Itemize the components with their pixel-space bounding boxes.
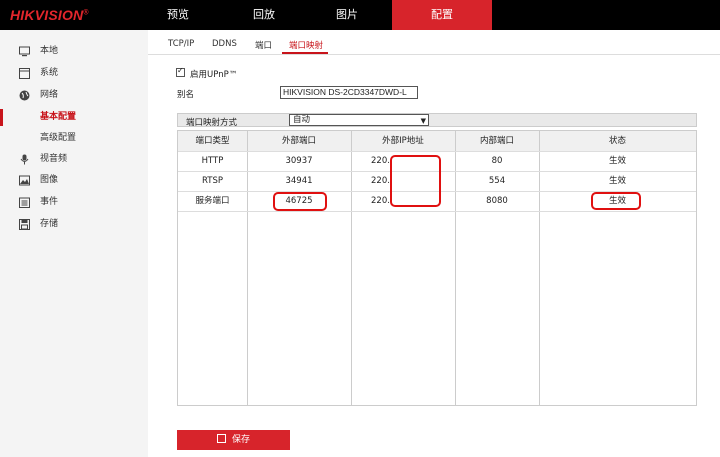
table-cell: HTTP: [201, 156, 224, 166]
sidebar-item-storage[interactable]: 存储: [0, 214, 148, 235]
save-label: 保存: [231, 435, 250, 445]
chevron-down-icon: ▼: [420, 117, 426, 125]
upnp-checkbox[interactable]: [176, 66, 185, 77]
mapping-mode-bar: [177, 113, 697, 127]
sidebar-item-label: 高级配置: [40, 133, 77, 143]
table-cell: 554: [488, 176, 506, 186]
sidebar-item-label: 事件: [40, 197, 59, 207]
alias-input[interactable]: HIKVISION DS-2CD3347DWD-L: [280, 86, 418, 99]
column-header: 内部端口: [479, 136, 514, 146]
top-bar: HIKVISION® 预览 回放 图片 配置: [0, 0, 720, 30]
table-cell: RTSP: [201, 176, 223, 186]
column-header: 外部端口: [281, 136, 316, 146]
sidebar-item-advanced-config[interactable]: 高级配置: [0, 128, 148, 149]
port-mapping-table: 端口类型 外部端口 外部IP地址 内部端口 状态 HTTP 30937 220.…: [177, 130, 697, 406]
microphone-icon: [20, 154, 29, 165]
sidebar-item-label: 图像: [40, 175, 59, 185]
tab-port[interactable]: 端口: [255, 39, 272, 51]
sidebar-item-label: 视音频: [40, 154, 68, 164]
alias-label: 别名: [177, 90, 195, 100]
upnp-label: 启用UPnP™: [190, 70, 238, 80]
column-header: 状态: [608, 136, 626, 146]
nav-configuration[interactable]: 配置: [392, 0, 492, 30]
sidebar: 本地 系统 网络 基本配置 高级配置 视音频 图像 事件 存储: [0, 30, 148, 457]
tab-tcpip[interactable]: TCP/IP: [168, 39, 194, 49]
table-cell: 220.: [371, 156, 390, 166]
sidebar-item-label: 本地: [40, 46, 59, 56]
hikvision-logo: HIKVISION®: [10, 7, 89, 23]
table-cell: 生效: [608, 156, 626, 166]
image-icon: [19, 175, 30, 186]
table-cell: 80: [491, 156, 503, 166]
status-highlight: [591, 192, 641, 210]
table-cell: 220.: [371, 196, 390, 206]
sidebar-item-label: 存储: [40, 219, 59, 229]
nav-picture[interactable]: 图片: [297, 0, 397, 30]
monitor-icon: [19, 46, 30, 57]
tab-ddns[interactable]: DDNS: [212, 39, 237, 49]
system-icon: [19, 68, 30, 79]
table-cell: 220.: [371, 176, 390, 186]
active-tab-indicator: [282, 52, 328, 54]
port-highlight: [273, 192, 327, 211]
sidebar-item-label: 网络: [40, 90, 59, 100]
column-header: 端口类型: [195, 136, 230, 146]
table-cell: 8080: [486, 196, 508, 206]
table-cell: 服务端口: [195, 196, 230, 206]
globe-icon: [19, 90, 30, 101]
tab-port-mapping[interactable]: 端口映射: [289, 39, 323, 51]
column-header: 外部IP地址: [382, 136, 424, 146]
sidebar-item-video-audio[interactable]: 视音频: [0, 149, 148, 170]
storage-icon: [19, 219, 30, 230]
sidebar-item-image[interactable]: 图像: [0, 170, 148, 191]
sidebar-item-basic-config[interactable]: 基本配置: [0, 107, 148, 128]
sidebar-item-label: 基本配置: [40, 112, 77, 122]
nav-preview[interactable]: 预览: [128, 0, 228, 30]
sidebar-item-label: 系统: [40, 68, 59, 78]
redaction-highlight: [390, 155, 441, 207]
mapping-mode-select[interactable]: 自动 ▼: [289, 114, 429, 126]
mapping-mode-value: 自动: [293, 115, 311, 125]
tab-bar: TCP/IP DDNS 端口 端口映射: [148, 30, 720, 55]
save-button[interactable]: 保存: [177, 430, 290, 450]
sidebar-item-local[interactable]: 本地: [0, 41, 148, 62]
calendar-icon: [19, 197, 30, 208]
table-cell: 生效: [608, 176, 626, 186]
sidebar-item-network[interactable]: 网络: [0, 85, 148, 106]
table-cell: 34941: [285, 176, 313, 186]
sidebar-item-system[interactable]: 系统: [0, 63, 148, 84]
mapping-mode-label: 端口映射方式: [186, 118, 238, 128]
sidebar-item-event[interactable]: 事件: [0, 192, 148, 213]
table-cell: 30937: [285, 156, 313, 166]
save-icon: [216, 434, 226, 443]
